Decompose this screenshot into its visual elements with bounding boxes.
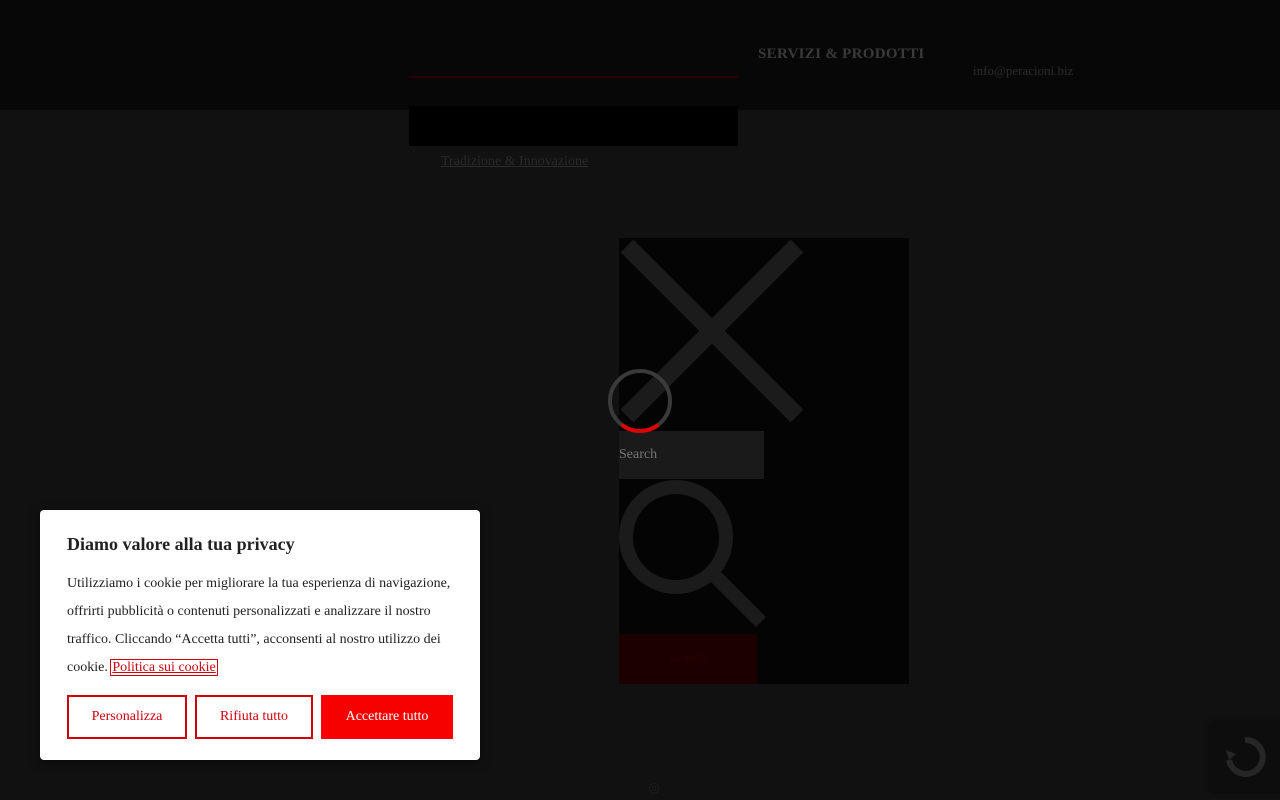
nav-dropdown — [409, 106, 738, 146]
search-submit-button[interactable]: Search — [619, 634, 757, 684]
cookie-banner-title: Diamo valore alla tua privacy — [67, 534, 295, 554]
recaptcha-badge[interactable] — [1210, 722, 1280, 792]
cookie-consent-banner: Diamo valore alla tua privacy Utilizziam… — [40, 510, 480, 760]
header-email-link[interactable]: info@peracioni.biz — [973, 63, 1073, 79]
subnav-link[interactable]: Tradizione & Innovazione — [441, 154, 588, 170]
accept-all-button[interactable]: Accettare tutto — [321, 695, 453, 739]
nav-active-underline — [409, 76, 738, 78]
customize-button[interactable]: Personalizza — [67, 695, 187, 739]
nav-item-services[interactable]: SERVIZI & PRODOTTI — [758, 46, 925, 63]
reject-all-button[interactable]: Rifiuta tutto — [195, 695, 313, 739]
cookie-banner-text: Utilizziamo i cookie per migliorare la t… — [67, 570, 453, 682]
site-header: SERVIZI & PRODOTTI info@peracioni.biz — [0, 0, 1280, 110]
loading-spinner — [608, 369, 672, 433]
footer-icon: ◎ — [648, 781, 661, 796]
recaptcha-icon — [1226, 736, 1266, 777]
search-overlay: Search — [619, 238, 909, 684]
cookie-policy-link[interactable]: Politica sui cookie — [110, 659, 218, 676]
search-input[interactable] — [619, 431, 764, 479]
cookie-buttons: Personalizza Rifiuta tutto Accettare tut… — [67, 695, 453, 739]
search-icon[interactable] — [619, 480, 769, 630]
